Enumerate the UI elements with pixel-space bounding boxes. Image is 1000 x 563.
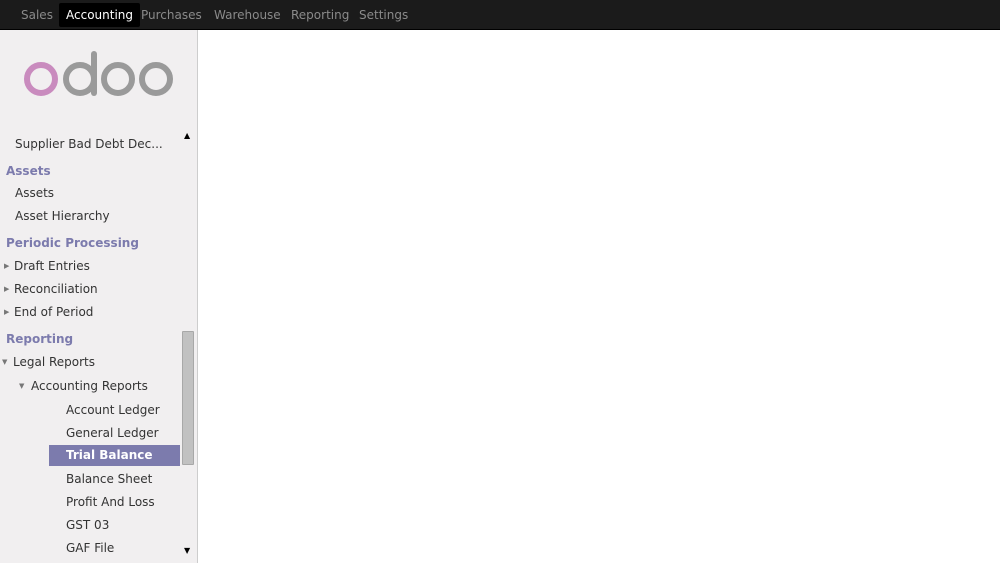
caret-down-icon[interactable]: ▼ [2,358,7,366]
section-header-assets: Assets [6,164,51,178]
sidebar-item-gaf-file[interactable]: GAF File [66,541,114,555]
main-content [198,30,1000,563]
sidebar-item-general-ledger[interactable]: General Ledger [66,426,159,440]
section-header-reporting: Reporting [6,332,74,346]
sidebar-menu: Supplier Bad Debt Dec... Assets Assets A… [0,30,180,563]
sidebar-item-draft-entries[interactable]: Draft Entries [14,259,90,273]
scrollbar-thumb[interactable] [182,331,194,465]
menu-sales[interactable]: Sales [14,3,60,27]
sidebar-item-end-of-period[interactable]: End of Period [14,305,93,319]
sidebar-item-supplier-bad-debt[interactable]: Supplier Bad Debt Dec... [15,137,163,151]
menu-settings[interactable]: Settings [352,3,415,27]
sidebar-item-account-ledger[interactable]: Account Ledger [66,403,160,417]
menu-warehouse[interactable]: Warehouse [207,3,288,27]
top-menu-bar: Sales Accounting Purchases Warehouse Rep… [0,0,1000,30]
sidebar-item-profit-and-loss[interactable]: Profit And Loss [66,495,155,509]
sidebar-item-gst-03[interactable]: GST 03 [66,518,109,532]
sidebar: Supplier Bad Debt Dec... Assets Assets A… [0,30,198,563]
menu-purchases[interactable]: Purchases [134,3,209,27]
caret-right-icon[interactable]: ▶ [4,285,9,293]
arrow-down-icon[interactable]: ▼ [184,546,190,555]
caret-down-icon[interactable]: ▼ [19,382,24,390]
section-header-periodic-processing: Periodic Processing [6,236,139,250]
sidebar-item-accounting-reports[interactable]: Accounting Reports [31,379,148,393]
menu-accounting[interactable]: Accounting [59,3,141,27]
arrow-up-icon[interactable]: ▲ [184,131,190,140]
caret-right-icon[interactable]: ▶ [4,262,9,270]
sidebar-item-asset-hierarchy[interactable]: Asset Hierarchy [15,209,110,223]
sidebar-item-assets[interactable]: Assets [15,186,54,200]
sidebar-item-legal-reports[interactable]: Legal Reports [13,355,95,369]
caret-right-icon[interactable]: ▶ [4,308,9,316]
menu-reporting[interactable]: Reporting [284,3,356,27]
sidebar-item-balance-sheet[interactable]: Balance Sheet [66,472,152,486]
sidebar-item-reconciliation[interactable]: Reconciliation [14,282,98,296]
sidebar-item-trial-balance[interactable]: Trial Balance [49,445,180,466]
